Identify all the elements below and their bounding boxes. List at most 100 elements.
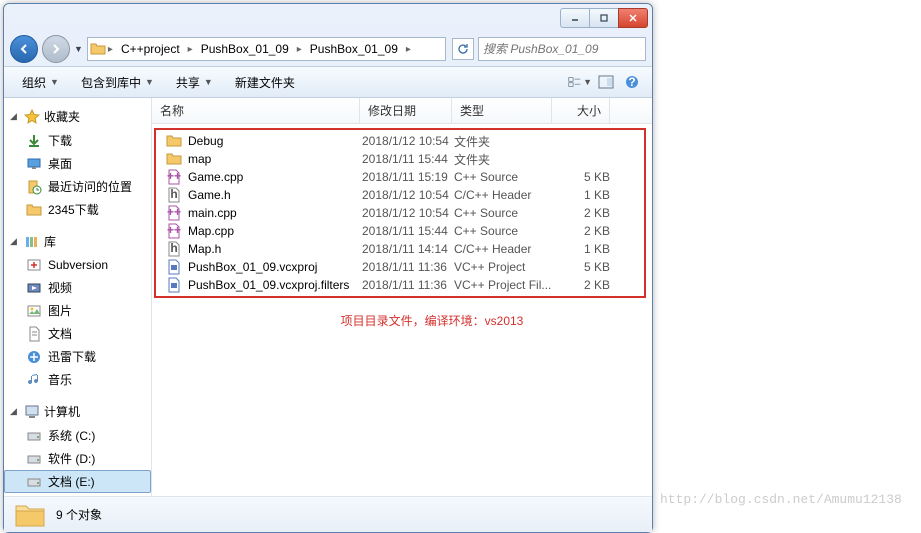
recent-icon [26,179,42,195]
sidebar-group-header[interactable]: ◢收藏夹 [4,104,151,129]
file-type: C++ Source [454,170,554,184]
expand-icon: ◢ [10,406,20,417]
back-button[interactable] [10,35,38,63]
file-row[interactable]: ++main.cpp 2018/1/12 10:54 C++ Source 2 … [156,204,644,222]
sidebar-group-header[interactable]: ◢库 [4,229,151,254]
pic-icon [26,303,42,319]
breadcrumb-bar[interactable]: ▸ C++project ▸ PushBox_01_09 ▸ PushBox_0… [87,37,446,61]
chevron-right-icon: ▸ [404,44,413,55]
folder-icon [14,501,46,529]
files-highlight-box: Debug 2018/1/12 10:54 文件夹 map 2018/1/11 … [154,128,646,298]
column-headers: 名称 修改日期 类型 大小 [152,98,652,124]
sidebar-item[interactable]: 下载 [4,129,151,152]
svg-text:++: ++ [167,223,181,237]
star-icon [24,109,40,125]
file-row[interactable]: ++Game.cpp 2018/1/11 15:19 C++ Source 5 … [156,168,644,186]
breadcrumb-item[interactable]: PushBox_01_09 [304,38,404,60]
file-type: 文件夹 [454,151,554,168]
file-row[interactable]: PushBox_01_09.vcxproj 2018/1/11 11:36 VC… [156,258,644,276]
titlebar [4,4,652,32]
sidebar-item[interactable]: 文档 [4,322,151,345]
file-date: 2018/1/11 15:44 [362,224,454,238]
file-date: 2018/1/12 10:54 [362,206,454,220]
new-folder-button[interactable]: 新建文件夹 [225,70,305,95]
h-icon: h [166,187,182,203]
h-icon: h [166,241,182,257]
sidebar: ◢收藏夹下载桌面最近访问的位置2345下载 ◢库Subversion视频图片文档迅… [4,98,152,496]
file-type: C/C++ Header [454,188,554,202]
file-type: 文件夹 [454,133,554,150]
sidebar-item[interactable]: 视频 [4,276,151,299]
sidebar-item[interactable]: 文档 (E:) [4,470,151,493]
close-button[interactable] [618,8,648,28]
refresh-button[interactable] [452,38,474,60]
sidebar-item[interactable]: 迅雷下载 [4,345,151,368]
chevron-right-icon: ▸ [106,44,115,55]
xl-icon [26,349,42,365]
file-row[interactable]: map 2018/1/11 15:44 文件夹 [156,150,644,168]
proj-icon [166,277,182,293]
preview-button[interactable] [594,70,618,94]
file-date: 2018/1/11 15:44 [362,152,454,166]
proj-icon [166,259,182,275]
help-button[interactable]: ? [620,70,644,94]
sidebar-item[interactable]: 音乐 [4,368,151,391]
down-icon [26,133,42,149]
file-name: Map.cpp [188,224,234,238]
pc-icon [24,404,40,420]
sidebar-item[interactable]: 最近访问的位置 [4,175,151,198]
sidebar-item[interactable]: 2345下载 [4,198,151,221]
sidebar-item[interactable]: 系统 (C:) [4,424,151,447]
file-row[interactable]: hGame.h 2018/1/12 10:54 C/C++ Header 1 K… [156,186,644,204]
minimize-button[interactable] [560,8,590,28]
file-name: PushBox_01_09.vcxproj [188,260,317,274]
file-size: 1 KB [554,242,610,256]
svg-text:++: ++ [167,205,181,219]
file-size: 5 KB [554,170,610,184]
folder-icon [26,202,42,218]
sidebar-item[interactable]: 桌面 [4,152,151,175]
file-size: 1 KB [554,188,610,202]
maximize-button[interactable] [589,8,619,28]
file-date: 2018/1/12 10:54 [362,134,454,148]
nav-bar: ▼ ▸ C++project ▸ PushBox_01_09 ▸ PushBox… [4,32,652,66]
folder-icon [90,41,106,57]
sidebar-item[interactable]: WPS云文档 [4,493,151,496]
file-date: 2018/1/11 11:36 [362,278,454,292]
breadcrumb-item[interactable]: PushBox_01_09 [195,38,295,60]
sidebar-item[interactable]: 图片 [4,299,151,322]
breadcrumb-item[interactable]: C++project [115,38,186,60]
expand-icon: ◢ [10,111,20,122]
file-size: 2 KB [554,224,610,238]
file-name: Game.h [188,188,231,202]
sidebar-item[interactable]: 软件 (D:) [4,447,151,470]
forward-button[interactable] [42,35,70,63]
col-size[interactable]: 大小 [552,98,610,123]
explorer-window: ▼ ▸ C++project ▸ PushBox_01_09 ▸ PushBox… [3,3,653,533]
organize-menu[interactable]: 组织▼ [12,70,69,95]
search-input[interactable] [483,42,640,56]
sidebar-group-header[interactable]: ◢计算机 [4,399,151,424]
file-row[interactable]: hMap.h 2018/1/11 14:14 C/C++ Header 1 KB [156,240,644,258]
file-name: Map.h [188,242,221,256]
file-row[interactable]: PushBox_01_09.vcxproj.filters 2018/1/11 … [156,276,644,294]
file-row[interactable]: ++Map.cpp 2018/1/11 15:44 C++ Source 2 K… [156,222,644,240]
file-row[interactable]: Debug 2018/1/12 10:54 文件夹 [156,132,644,150]
col-type[interactable]: 类型 [452,98,552,123]
col-name[interactable]: 名称 [152,98,360,123]
share-menu[interactable]: 共享▼ [166,70,223,95]
search-icon[interactable] [640,41,641,57]
history-dropdown[interactable]: ▼ [74,44,83,54]
include-menu[interactable]: 包含到库中▼ [71,70,164,95]
expand-icon: ◢ [10,236,20,247]
sidebar-item[interactable]: Subversion [4,254,151,276]
file-date: 2018/1/11 11:36 [362,260,454,274]
col-date[interactable]: 修改日期 [360,98,452,123]
video-icon [26,280,42,296]
search-box[interactable] [478,37,646,61]
file-size: 2 KB [554,206,610,220]
body: ◢收藏夹下载桌面最近访问的位置2345下载 ◢库Subversion视频图片文档迅… [4,98,652,496]
svg-text:?: ? [628,75,635,89]
view-options-button[interactable]: ▼ [568,70,592,94]
watermark-text: http://blog.csdn.net/Amumu12138 [660,492,902,507]
